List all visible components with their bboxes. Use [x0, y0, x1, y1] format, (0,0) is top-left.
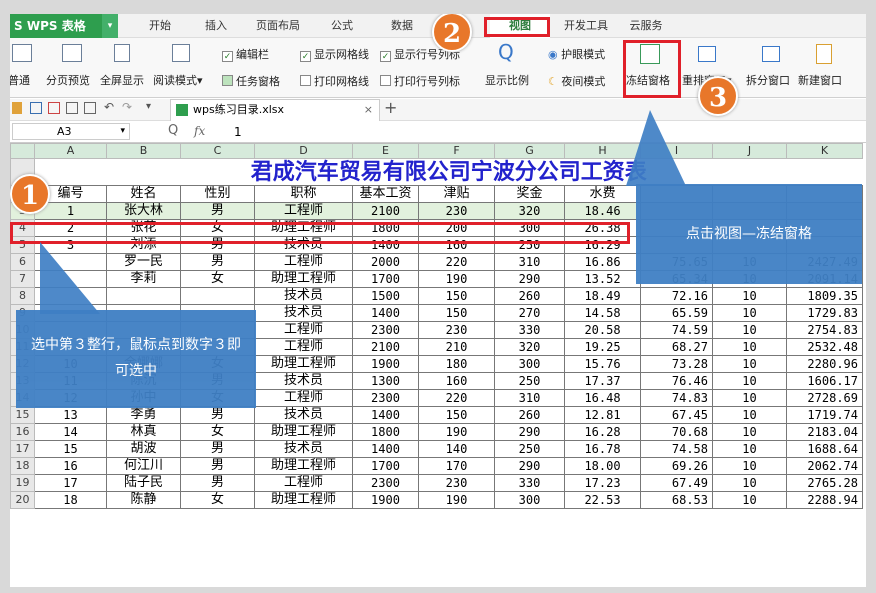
left-callout-pointer — [40, 242, 100, 314]
wps-window: S WPS 表格 ▾ 开始 插入 页面布局 公式 数据 视图 开发工具 云服务 … — [10, 14, 866, 587]
screenshot-frame: S WPS 表格 ▾ 开始 插入 页面布局 公式 数据 视图 开发工具 云服务 … — [0, 0, 876, 593]
right-callout-pointer — [626, 110, 686, 186]
step-1-badge: 1 — [10, 174, 50, 214]
freeze-instruction-callout: 点击视图—冻结窗格 — [636, 184, 862, 284]
select-row-instruction-callout: 选中第３整行，鼠标点到数字３即可选中 — [16, 310, 256, 408]
step-3-badge: 3 — [698, 76, 738, 116]
